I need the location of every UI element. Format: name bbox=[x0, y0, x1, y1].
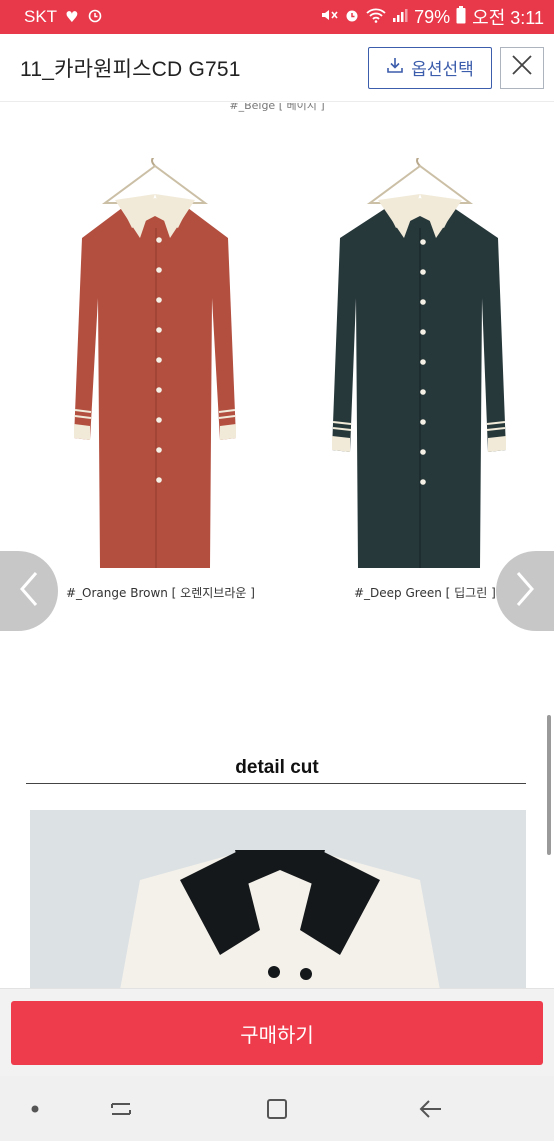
system-nav-bar bbox=[0, 1076, 554, 1141]
beige-caption: #_Beige [ 베이지 ] bbox=[229, 103, 325, 112]
orange-brown-dress-image bbox=[74, 158, 236, 568]
alarm-icon bbox=[87, 7, 103, 28]
detail-cut-heading: detail cut bbox=[235, 757, 319, 778]
carousel-prev-button[interactable] bbox=[0, 551, 58, 631]
deep-green-caption: #_Deep Green [ 딥그린 ] bbox=[354, 586, 496, 600]
wifi-icon bbox=[366, 7, 386, 28]
scrollbar-thumb[interactable] bbox=[547, 715, 551, 855]
detail-cut-image bbox=[30, 810, 526, 988]
carrier-label: SKT bbox=[24, 7, 58, 26]
clock: 오전 3:11 bbox=[472, 8, 544, 28]
section-divider bbox=[26, 783, 526, 784]
option-select-label: 옵션선택 bbox=[411, 60, 474, 80]
home-icon[interactable] bbox=[262, 1094, 292, 1124]
chevron-left-icon bbox=[16, 569, 42, 614]
heart-icon: ♥ bbox=[65, 7, 79, 26]
close-button[interactable] bbox=[500, 46, 544, 89]
buy-button[interactable]: 구매하기 bbox=[11, 1001, 543, 1065]
option-select-button[interactable]: 옵션선택 bbox=[368, 46, 492, 89]
recent-apps-icon[interactable] bbox=[106, 1094, 136, 1124]
signal-icon bbox=[392, 7, 408, 28]
buy-bar: 구매하기 bbox=[0, 988, 554, 1076]
product-detail-content[interactable]: #_Beige [ 베이지 ] #_Orange Brown [ 오렌지브라운 … bbox=[0, 103, 554, 988]
app-header: 11_카라원피스CD G751 옵션선택 bbox=[0, 34, 554, 102]
download-icon bbox=[386, 56, 404, 79]
chevron-right-icon bbox=[512, 569, 538, 614]
dot-icon[interactable] bbox=[20, 1094, 50, 1124]
close-icon bbox=[510, 53, 534, 82]
deep-green-dress-image bbox=[332, 158, 506, 568]
alarm-icon bbox=[344, 7, 360, 28]
battery-icon bbox=[456, 5, 466, 29]
battery-percent: 79% bbox=[414, 6, 451, 27]
status-bar: SKT ♥ 79% 오전 3:11 bbox=[0, 0, 554, 34]
back-icon[interactable] bbox=[416, 1094, 446, 1124]
mute-icon bbox=[320, 7, 338, 28]
orange-brown-caption: #_Orange Brown [ 오렌지브라운 ] bbox=[66, 586, 255, 600]
page-title: 11_카라원피스CD G751 bbox=[20, 57, 241, 81]
